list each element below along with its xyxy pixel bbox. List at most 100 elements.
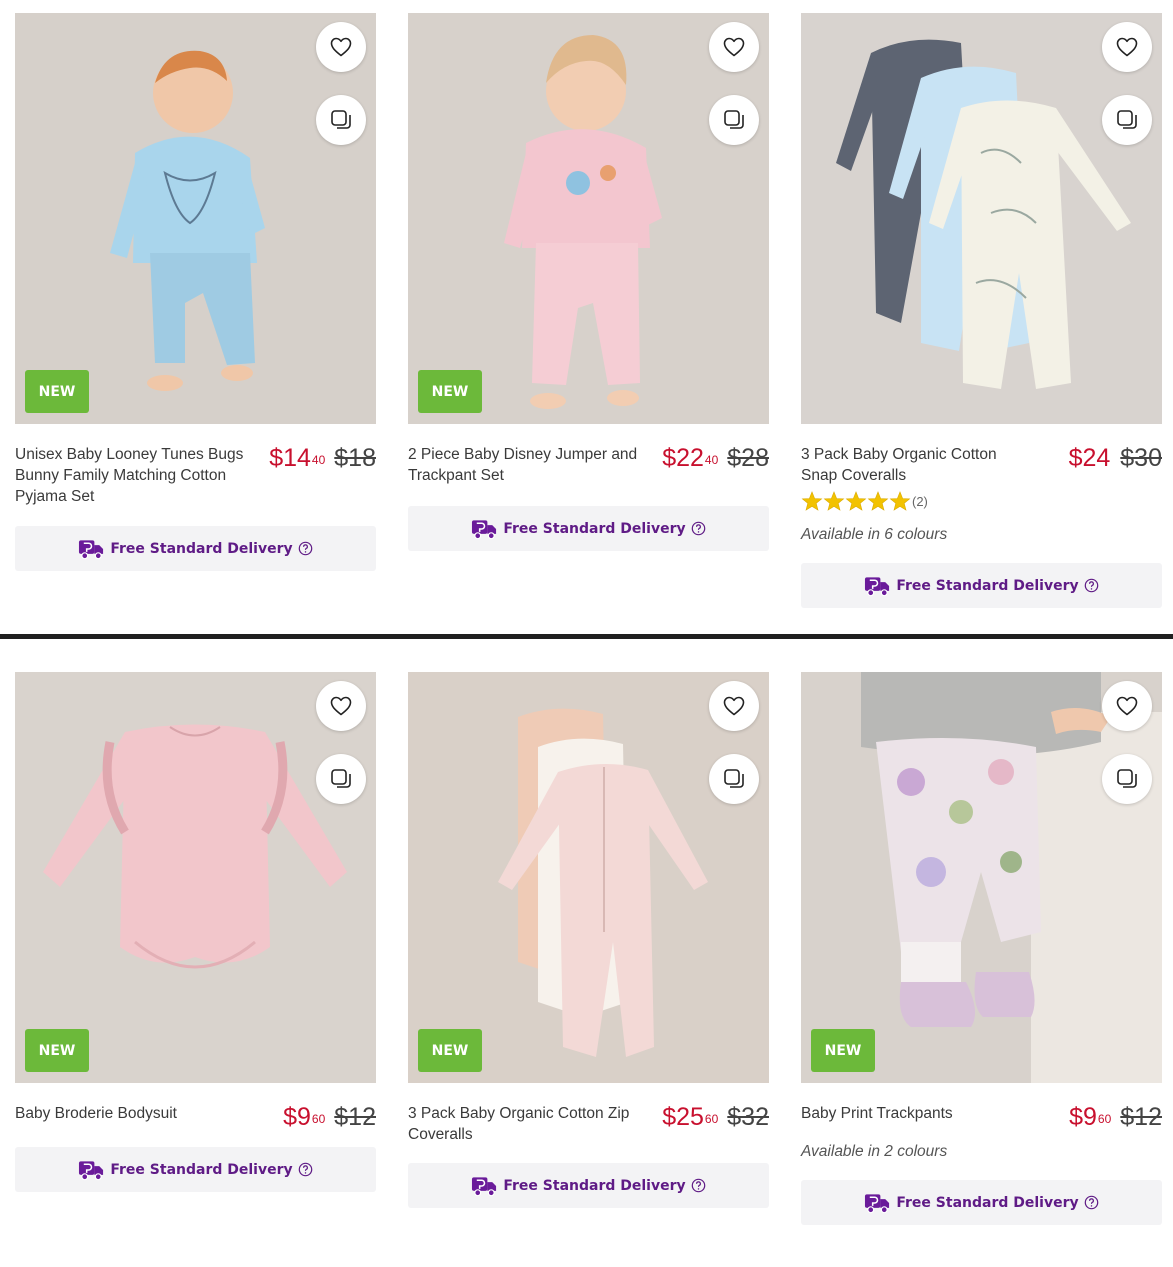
sale-price-dollars: $9 [1069,1103,1097,1131]
star-icon [867,491,889,512]
delivery-info[interactable]: Free Standard Delivery [15,526,376,571]
delivery-label: Free Standard Delivery [110,540,293,557]
star-icon [823,491,845,512]
price: $24 $30 [1069,444,1162,472]
product-title[interactable]: Baby Broderie Bodysuit [15,1103,250,1124]
was-price: $12 [1120,1103,1162,1131]
price: $2560 $32 [662,1103,769,1131]
quick-view-button[interactable] [1102,754,1152,804]
quick-view-icon [722,108,746,132]
product-photo [408,672,769,1083]
sale-price-cents: 60 [1097,1112,1112,1126]
sale-price: $24 [1069,444,1112,472]
sale-price-dollars: $9 [283,1103,311,1131]
star-icon [845,491,867,512]
help-circle-icon[interactable] [691,1178,706,1193]
quick-view-button[interactable] [709,754,759,804]
help-circle-icon[interactable] [691,521,706,536]
sale-price: $2560 [662,1103,718,1131]
sale-price-dollars: $25 [662,1103,704,1131]
quick-view-button[interactable] [316,754,366,804]
help-circle-icon[interactable] [298,541,313,556]
sale-price: $2240 [662,444,718,472]
quick-view-icon [722,767,746,791]
delivery-info[interactable]: Free Standard Delivery [801,563,1162,608]
product-title[interactable]: 3 Pack Baby Organic Cotton Snap Coverall… [801,444,1036,486]
quick-view-icon [1115,767,1139,791]
quick-view-button[interactable] [709,95,759,145]
product-title[interactable]: Unisex Baby Looney Tunes Bugs Bunny Fami… [15,444,250,507]
price: $960 $12 [1069,1103,1162,1131]
new-badge: NEW [25,1029,89,1072]
heart-icon [1115,35,1139,59]
delivery-label: Free Standard Delivery [503,1177,686,1194]
wishlist-button[interactable] [1102,22,1152,72]
product-photo [15,13,376,424]
sale-price-cents: 40 [311,453,326,467]
heart-icon [329,35,353,59]
product-title[interactable]: 2 Piece Baby Disney Jumper and Trackpant… [408,444,643,486]
wishlist-button[interactable] [709,681,759,731]
heart-icon [722,35,746,59]
was-price: $18 [334,444,376,472]
delivery-info[interactable]: Free Standard Delivery [801,1180,1162,1225]
delivery-label: Free Standard Delivery [896,1194,1079,1211]
product-image[interactable]: NEW [408,672,769,1083]
rating-count: (2) [912,494,928,509]
availability-text: Available in 2 colours [801,1143,948,1160]
sale-price-cents: 40 [704,453,719,467]
product-card[interactable]: NEW 2 Piece Baby Disney Jumper and Track… [408,13,769,551]
delivery-truck-icon [471,1175,498,1197]
delivery-label: Free Standard Delivery [110,1161,293,1178]
price: $1440 $18 [269,444,376,472]
sale-price: $960 [283,1103,325,1131]
rating[interactable]: (2) [801,491,1162,512]
delivery-truck-icon [78,538,105,560]
availability-text: Available in 6 colours [801,526,948,543]
product-card[interactable]: NEW Unisex Baby Looney Tunes Bugs Bunny … [15,13,376,571]
delivery-truck-icon [864,1192,891,1214]
product-card[interactable]: NEW 3 Pack Baby Organic Cotton Zip Cover… [408,672,769,1208]
quick-view-icon [329,108,353,132]
delivery-info[interactable]: Free Standard Delivery [408,1163,769,1208]
wishlist-button[interactable] [1102,681,1152,731]
product-image[interactable] [801,13,1162,424]
help-circle-icon[interactable] [1084,578,1099,593]
was-price: $32 [727,1103,769,1131]
help-circle-icon[interactable] [298,1162,313,1177]
new-badge: NEW [418,1029,482,1072]
delivery-info[interactable]: Free Standard Delivery [408,506,769,551]
delivery-info[interactable]: Free Standard Delivery [15,1147,376,1192]
quick-view-icon [1115,108,1139,132]
sale-price: $960 [1069,1103,1111,1131]
new-badge: NEW [418,370,482,413]
heart-icon [329,694,353,718]
wishlist-button[interactable] [316,681,366,731]
delivery-truck-icon [471,518,498,540]
star-icon [889,491,911,512]
star-icon [801,491,823,512]
product-card[interactable]: NEW Baby Print Trackpants $960 $12 Avail… [801,672,1162,1225]
product-title[interactable]: Baby Print Trackpants [801,1103,1036,1124]
was-price: $28 [727,444,769,472]
product-card[interactable]: NEW Baby Broderie Bodysuit $960 $12 Free… [15,672,376,1192]
product-title[interactable]: 3 Pack Baby Organic Cotton Zip Coveralls [408,1103,643,1145]
quick-view-button[interactable] [316,95,366,145]
product-card[interactable]: 3 Pack Baby Organic Cotton Snap Coverall… [801,13,1162,608]
wishlist-button[interactable] [316,22,366,72]
help-circle-icon[interactable] [1084,1195,1099,1210]
product-image[interactable]: NEW [15,672,376,1083]
product-image[interactable]: NEW [801,672,1162,1083]
sale-price-cents: 60 [704,1112,719,1126]
was-price: $30 [1120,444,1162,472]
sale-price: $1440 [269,444,325,472]
quick-view-button[interactable] [1102,95,1152,145]
wishlist-button[interactable] [709,22,759,72]
product-image[interactable]: NEW [408,13,769,424]
product-image[interactable]: NEW [15,13,376,424]
new-badge: NEW [25,370,89,413]
sale-price-dollars: $22 [662,444,704,472]
delivery-label: Free Standard Delivery [896,577,1079,594]
heart-icon [1115,694,1139,718]
product-photo [801,13,1162,424]
